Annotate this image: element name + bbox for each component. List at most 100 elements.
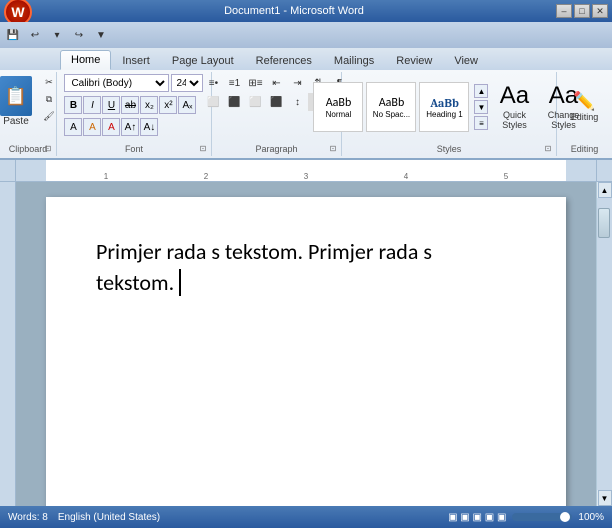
scroll-down-button[interactable]: ▼ [598,490,612,506]
view-buttons: ▣ ▣ ▣ ▣ ▣ [448,512,506,523]
justify-button[interactable]: ⬛ [266,93,286,111]
tab-review[interactable]: Review [385,50,443,70]
editing-group-label: Editing [571,144,599,154]
window-title: Document1 - Microsoft Word [32,5,556,17]
close-button[interactable]: ✕ [592,4,608,18]
window-controls: – □ ✕ [556,4,608,18]
document-page: Primjer rada s tekstom. Primjer rada s t… [46,197,566,506]
ribbon: 📋 Paste ✂ ⧉ 🖌 Clipboard ⊡ Calibri (Body) [0,70,612,160]
styles-preview-area: AaBb Normal AaBb No Spac... AaBb Heading… [311,80,471,134]
italic-button[interactable]: I [83,96,101,114]
title-bar: W Document1 - Microsoft Word – □ ✕ [0,0,612,22]
text-highlight-button[interactable]: A [83,118,101,136]
clear-format-button[interactable]: Aₓ [178,96,196,114]
scroll-track[interactable] [597,198,612,490]
font-format-row: B I U ab x₂ x² Aₓ [64,96,196,114]
quick-styles-label: QuickStyles [502,110,527,130]
ribbon-tabs: Home Insert Page Layout References Maili… [0,48,612,70]
superscript-button[interactable]: x² [159,96,177,114]
editing-label: Editing [571,112,599,122]
vertical-scrollbar[interactable]: ▲ ▼ [596,182,612,506]
ruler: 1 2 3 4 5 [0,160,612,182]
tab-references[interactable]: References [245,50,323,70]
scroll-up-button[interactable]: ▲ [598,182,612,198]
clipboard-expand-icon[interactable]: ⊡ [42,142,54,154]
quick-access-toolbar: 💾 ↩ ▾ ↪ ▼ [0,22,612,48]
font-size-select[interactable]: 24 [171,74,203,92]
clipboard-group: 📋 Paste ✂ ⧉ 🖌 Clipboard ⊡ [0,72,57,156]
styles-nav-buttons: ▲ ▼ ≡ [474,84,488,130]
qat-customize-button[interactable]: ▼ [92,26,110,44]
ruler-corner [0,160,16,181]
bullets-button[interactable]: ≡• [203,74,223,92]
styles-next-button[interactable]: ▼ [474,100,488,114]
styles-group: AaBb Normal AaBb No Spac... AaBb Heading… [342,72,557,156]
quick-styles-icon: Aa [500,84,529,108]
styles-expand-icon[interactable]: ⊡ [542,142,554,154]
align-left-button[interactable]: ⬜ [203,93,223,111]
undo-button[interactable]: ↩ [26,26,44,44]
subscript-button[interactable]: x₂ [140,96,158,114]
style-normal-swatch[interactable]: AaBb Normal [313,82,363,132]
paragraph-label: Paragraph [255,144,297,154]
app-window: W Document1 - Microsoft Word – □ ✕ 💾 ↩ ▾… [0,0,612,528]
content-area: Primjer rada s tekstom. Primjer rada s t… [0,182,612,506]
quick-styles-button[interactable]: Aa QuickStyles [491,79,537,135]
bold-button[interactable]: B [64,96,82,114]
numbering-button[interactable]: ≡1 [224,74,244,92]
status-bar: Words: 8 English (United States) ▣ ▣ ▣ ▣… [0,506,612,528]
multilevel-button[interactable]: ⊞≡ [245,74,265,92]
status-right: ▣ ▣ ▣ ▣ ▣ 100% [448,512,604,523]
increase-font-button[interactable]: A↑ [121,118,139,136]
restore-button[interactable]: □ [574,4,590,18]
increase-indent-button[interactable]: ⇥ [287,74,307,92]
undo-dropdown[interactable]: ▾ [48,26,66,44]
left-margin-bar [0,182,16,506]
document-text[interactable]: Primjer rada s tekstom. Primjer rada s t… [96,237,516,299]
save-qat-button[interactable]: 💾 [4,26,22,44]
zoom-slider[interactable] [512,513,572,521]
editing-group: ✏️ Editing Editing [557,72,612,156]
font-group: Calibri (Body) 24 B I U ab x₂ x² Aₓ A [57,72,212,156]
align-right-button[interactable]: ⬜ [245,93,265,111]
zoom-percent: 100% [578,512,604,523]
styles-prev-button[interactable]: ▲ [474,84,488,98]
text-line1: Primjer rada s tekstom. Primjer rada s [96,238,432,265]
strikethrough-button[interactable]: ab [121,96,139,114]
style-no-spacing-swatch[interactable]: AaBb No Spac... [366,82,416,132]
style-heading1-swatch[interactable]: AaBb Heading 1 [419,82,469,132]
scroll-thumb[interactable] [598,208,610,238]
redo-button[interactable]: ↪ [70,26,88,44]
zoom-thumb[interactable] [560,512,570,522]
underline-button[interactable]: U [102,96,120,114]
document-scroll-area[interactable]: Primjer rada s tekstom. Primjer rada s t… [16,182,596,506]
ruler-margin-right [566,160,596,181]
text-cursor [174,269,181,296]
word-count: Words: 8 [8,512,48,523]
tab-mailings[interactable]: Mailings [323,50,385,70]
editing-icon: ✏️ [573,92,595,110]
tab-page-layout[interactable]: Page Layout [161,50,245,70]
font-color-button[interactable]: A [102,118,120,136]
tab-home[interactable]: Home [60,50,111,70]
paste-icon: 📋 [0,76,32,116]
tab-insert[interactable]: Insert [111,50,161,70]
font-name-select[interactable]: Calibri (Body) [64,74,169,92]
align-center-button[interactable]: ⬛ [224,93,244,111]
font-color-row: A A A A↑ A↓ [64,118,158,136]
paste-label: Paste [3,116,29,127]
tab-view[interactable]: View [443,50,489,70]
language-indicator: English (United States) [58,512,160,523]
decrease-indent-button[interactable]: ⇤ [266,74,286,92]
styles-more-button[interactable]: ≡ [474,116,488,130]
text-effects-button[interactable]: A [64,118,82,136]
decrease-font-button[interactable]: A↓ [140,118,158,136]
horizontal-ruler: 1 2 3 4 5 [16,160,596,181]
editing-button[interactable]: ✏️ Editing [560,77,610,137]
styles-label: Styles [437,144,462,154]
ruler-right-end [596,160,612,181]
minimize-button[interactable]: – [556,4,572,18]
paste-button[interactable]: 📋 Paste [0,74,36,129]
line-spacing-button[interactable]: ↕ [287,93,307,111]
font-name-row: Calibri (Body) 24 [64,74,203,92]
